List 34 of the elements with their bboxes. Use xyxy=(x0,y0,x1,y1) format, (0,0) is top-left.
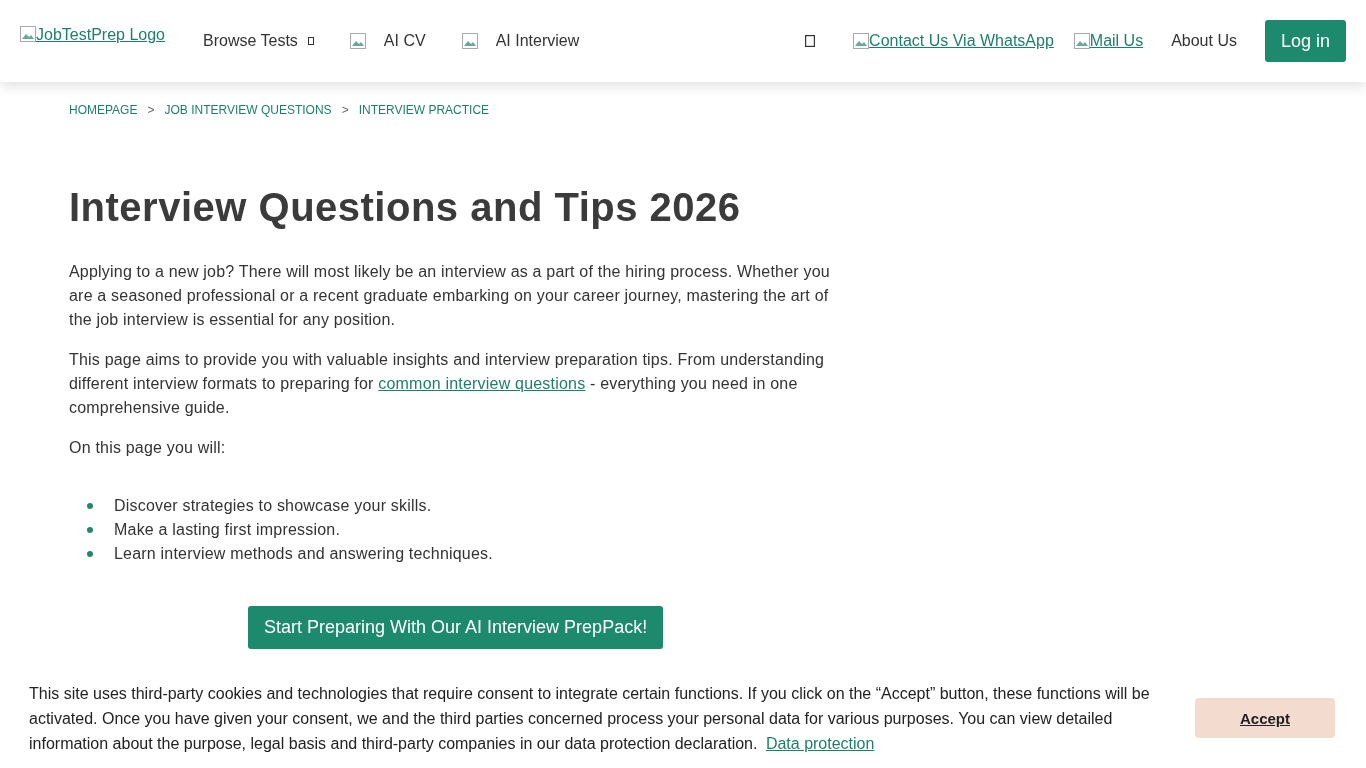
intro-paragraph: Applying to a new job? There will most likely be an interview as a part of the hiring process. Whether you are a seasoned professional or a recent graduate embarking on your career journey, mastering the art of the job interview is essential for any position. xyxy=(69,262,831,330)
breadcrumb-separator: > xyxy=(341,103,349,117)
broken-image-icon xyxy=(853,33,870,49)
paragraph: This page aims to provide you with valuable insights and interview preparation tips. From understanding different interview formats to preparing for common interview questions - everything you need in one comprehensive guide. xyxy=(69,350,826,418)
nav-link[interactable]: AI CV xyxy=(349,32,426,50)
list-item: Discover strategies to showcase your skills. xyxy=(114,496,432,516)
list-item: Make a lasting first impression. xyxy=(114,520,341,540)
cookie-text: This site uses third-party cookies and technologies that require consent to integrate certain functions. If you click on the “Accept” button, these functions will be activated. Once you have given your consent, we and the third parties concerned process your personal data for various purposes. You can view detailed information about the purpose, legal basis and third-party companies in our data protection declaration. Data protection xyxy=(29,683,1151,754)
page-title: Interview Questions and Tips 2026 xyxy=(69,185,742,230)
broken-image-icon xyxy=(20,26,36,42)
nav-link[interactable]: Browse Tests xyxy=(203,32,314,50)
accept-button[interactable]: Accept xyxy=(1195,698,1335,738)
broken-image-icon xyxy=(349,33,366,49)
broken-image-icon xyxy=(461,33,478,49)
login-button[interactable]: Log in xyxy=(1264,20,1346,62)
breadcrumb-link[interactable]: JOB INTERVIEW QUESTIONS xyxy=(164,103,332,117)
list-item: Learn interview methods and answering techniques. xyxy=(114,544,493,564)
data-protection-link[interactable]: Data protection xyxy=(765,734,875,752)
list-intro: On this page you will: xyxy=(69,438,227,458)
header-link[interactable]: Mail Us xyxy=(1073,32,1144,50)
header-link[interactable]: About Us xyxy=(1171,32,1237,50)
logo-link[interactable]: JobTestPrep Logo xyxy=(20,26,165,44)
bullet-icon xyxy=(87,551,93,557)
header-link[interactable]: Contact Us Via WhatsApp xyxy=(853,32,1054,50)
bullet-icon xyxy=(87,503,93,509)
text-link[interactable]: common interview questions xyxy=(378,375,586,392)
breadcrumb-separator: > xyxy=(147,103,155,117)
cta-button[interactable]: Start Preparing With Our AI Interview PrepPack! xyxy=(248,606,664,649)
bullet-icon xyxy=(87,527,93,533)
dropdown-icon xyxy=(307,37,314,45)
breadcrumb-link[interactable]: INTERVIEW PRACTICE xyxy=(358,103,490,117)
broken-image-icon xyxy=(1073,33,1090,49)
nav-link[interactable]: AI Interview xyxy=(461,32,580,50)
breadcrumb-link[interactable]: HOMEPAGE xyxy=(69,103,138,117)
